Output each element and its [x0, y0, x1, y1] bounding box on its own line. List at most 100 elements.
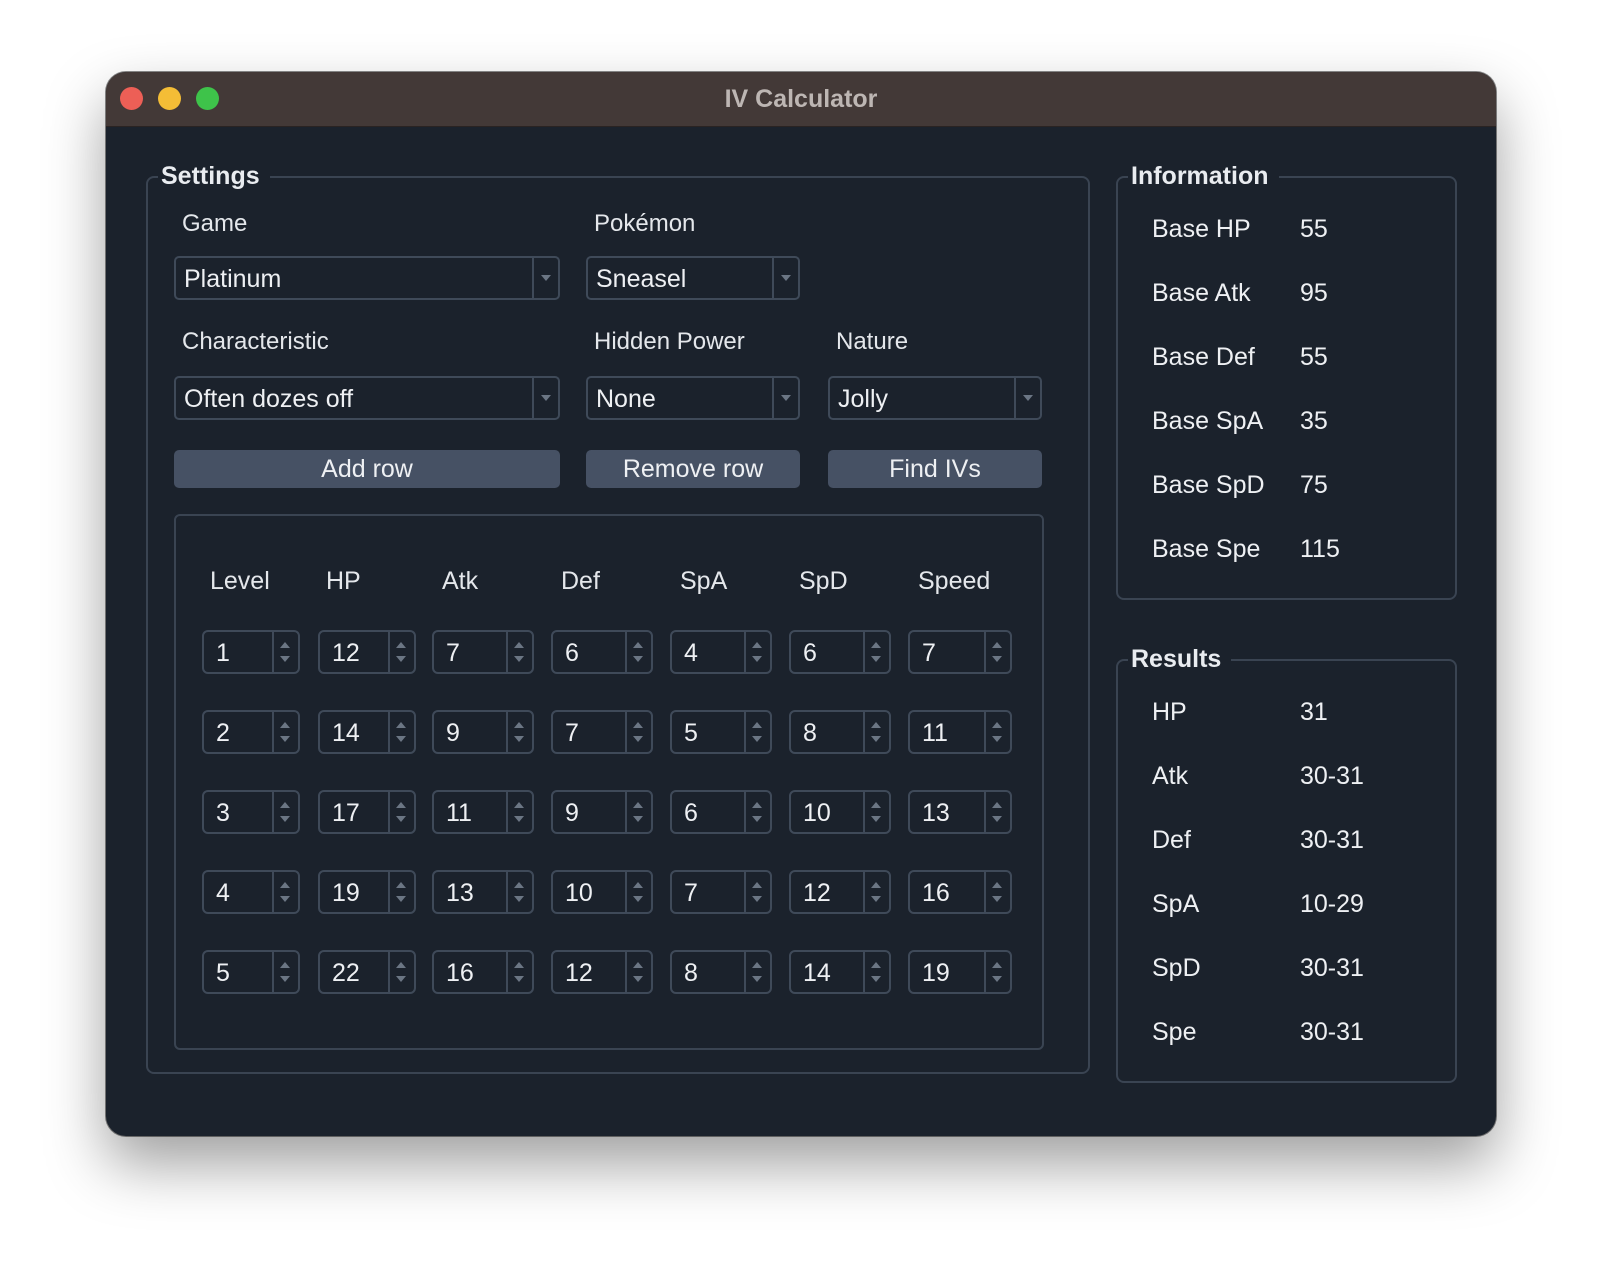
increment-arrow-icon[interactable]	[396, 642, 406, 648]
def-spinbox[interactable]: 9	[551, 790, 653, 834]
decrement-arrow-icon[interactable]	[280, 656, 290, 662]
increment-arrow-icon[interactable]	[514, 802, 524, 808]
atk-spinbox[interactable]: 13	[432, 870, 534, 914]
decrement-arrow-icon[interactable]	[871, 816, 881, 822]
increment-arrow-icon[interactable]	[396, 722, 406, 728]
def-spinbox[interactable]: 6	[551, 630, 653, 674]
decrement-arrow-icon[interactable]	[396, 656, 406, 662]
decrement-arrow-icon[interactable]	[992, 656, 1002, 662]
decrement-arrow-icon[interactable]	[396, 816, 406, 822]
spd-spinbox[interactable]: 10	[789, 790, 891, 834]
decrement-arrow-icon[interactable]	[992, 896, 1002, 902]
increment-arrow-icon[interactable]	[396, 962, 406, 968]
decrement-arrow-icon[interactable]	[514, 656, 524, 662]
increment-arrow-icon[interactable]	[633, 802, 643, 808]
increment-arrow-icon[interactable]	[992, 802, 1002, 808]
decrement-arrow-icon[interactable]	[633, 656, 643, 662]
spa-spinbox[interactable]: 6	[670, 790, 772, 834]
increment-arrow-icon[interactable]	[633, 882, 643, 888]
atk-spinbox[interactable]: 16	[432, 950, 534, 994]
spa-spinbox[interactable]: 4	[670, 630, 772, 674]
increment-arrow-icon[interactable]	[633, 642, 643, 648]
increment-arrow-icon[interactable]	[633, 722, 643, 728]
increment-arrow-icon[interactable]	[396, 802, 406, 808]
increment-arrow-icon[interactable]	[514, 882, 524, 888]
chevron-down-icon[interactable]	[772, 258, 798, 298]
increment-arrow-icon[interactable]	[280, 722, 290, 728]
decrement-arrow-icon[interactable]	[396, 896, 406, 902]
decrement-arrow-icon[interactable]	[396, 736, 406, 742]
decrement-arrow-icon[interactable]	[514, 736, 524, 742]
increment-arrow-icon[interactable]	[514, 722, 524, 728]
decrement-arrow-icon[interactable]	[992, 736, 1002, 742]
increment-arrow-icon[interactable]	[514, 962, 524, 968]
level-spinbox[interactable]: 2	[202, 710, 300, 754]
spd-spinbox[interactable]: 8	[789, 710, 891, 754]
pokemon-select[interactable]: Sneasel	[586, 256, 800, 300]
spa-spinbox[interactable]: 8	[670, 950, 772, 994]
increment-arrow-icon[interactable]	[752, 722, 762, 728]
increment-arrow-icon[interactable]	[280, 642, 290, 648]
decrement-arrow-icon[interactable]	[280, 976, 290, 982]
decrement-arrow-icon[interactable]	[633, 896, 643, 902]
characteristic-select[interactable]: Often dozes off	[174, 376, 560, 420]
decrement-arrow-icon[interactable]	[280, 736, 290, 742]
decrement-arrow-icon[interactable]	[992, 816, 1002, 822]
hp-spinbox[interactable]: 19	[318, 870, 416, 914]
increment-arrow-icon[interactable]	[514, 642, 524, 648]
decrement-arrow-icon[interactable]	[752, 976, 762, 982]
increment-arrow-icon[interactable]	[633, 962, 643, 968]
decrement-arrow-icon[interactable]	[752, 656, 762, 662]
decrement-arrow-icon[interactable]	[633, 976, 643, 982]
increment-arrow-icon[interactable]	[992, 962, 1002, 968]
chevron-down-icon[interactable]	[1014, 378, 1040, 418]
level-spinbox[interactable]: 3	[202, 790, 300, 834]
hp-spinbox[interactable]: 12	[318, 630, 416, 674]
speed-spinbox[interactable]: 13	[908, 790, 1012, 834]
decrement-arrow-icon[interactable]	[752, 736, 762, 742]
atk-spinbox[interactable]: 7	[432, 630, 534, 674]
level-spinbox[interactable]: 4	[202, 870, 300, 914]
increment-arrow-icon[interactable]	[280, 802, 290, 808]
level-spinbox[interactable]: 1	[202, 630, 300, 674]
atk-spinbox[interactable]: 9	[432, 710, 534, 754]
speed-spinbox[interactable]: 16	[908, 870, 1012, 914]
increment-arrow-icon[interactable]	[992, 882, 1002, 888]
spd-spinbox[interactable]: 14	[789, 950, 891, 994]
decrement-arrow-icon[interactable]	[280, 896, 290, 902]
hidden-power-select[interactable]: None	[586, 376, 800, 420]
atk-spinbox[interactable]: 11	[432, 790, 534, 834]
def-spinbox[interactable]: 10	[551, 870, 653, 914]
decrement-arrow-icon[interactable]	[752, 816, 762, 822]
spd-spinbox[interactable]: 6	[789, 630, 891, 674]
remove-row-button[interactable]: Remove row	[586, 450, 800, 488]
decrement-arrow-icon[interactable]	[752, 896, 762, 902]
decrement-arrow-icon[interactable]	[514, 976, 524, 982]
decrement-arrow-icon[interactable]	[280, 816, 290, 822]
increment-arrow-icon[interactable]	[752, 802, 762, 808]
increment-arrow-icon[interactable]	[280, 882, 290, 888]
decrement-arrow-icon[interactable]	[992, 976, 1002, 982]
spa-spinbox[interactable]: 5	[670, 710, 772, 754]
def-spinbox[interactable]: 12	[551, 950, 653, 994]
increment-arrow-icon[interactable]	[752, 642, 762, 648]
increment-arrow-icon[interactable]	[871, 802, 881, 808]
decrement-arrow-icon[interactable]	[871, 736, 881, 742]
hp-spinbox[interactable]: 17	[318, 790, 416, 834]
increment-arrow-icon[interactable]	[871, 722, 881, 728]
speed-spinbox[interactable]: 7	[908, 630, 1012, 674]
increment-arrow-icon[interactable]	[396, 882, 406, 888]
increment-arrow-icon[interactable]	[280, 962, 290, 968]
increment-arrow-icon[interactable]	[992, 642, 1002, 648]
increment-arrow-icon[interactable]	[871, 962, 881, 968]
hp-spinbox[interactable]: 22	[318, 950, 416, 994]
decrement-arrow-icon[interactable]	[633, 816, 643, 822]
increment-arrow-icon[interactable]	[752, 962, 762, 968]
def-spinbox[interactable]: 7	[551, 710, 653, 754]
spd-spinbox[interactable]: 12	[789, 870, 891, 914]
decrement-arrow-icon[interactable]	[514, 816, 524, 822]
speed-spinbox[interactable]: 19	[908, 950, 1012, 994]
game-select[interactable]: Platinum	[174, 256, 560, 300]
chevron-down-icon[interactable]	[532, 258, 558, 298]
hp-spinbox[interactable]: 14	[318, 710, 416, 754]
